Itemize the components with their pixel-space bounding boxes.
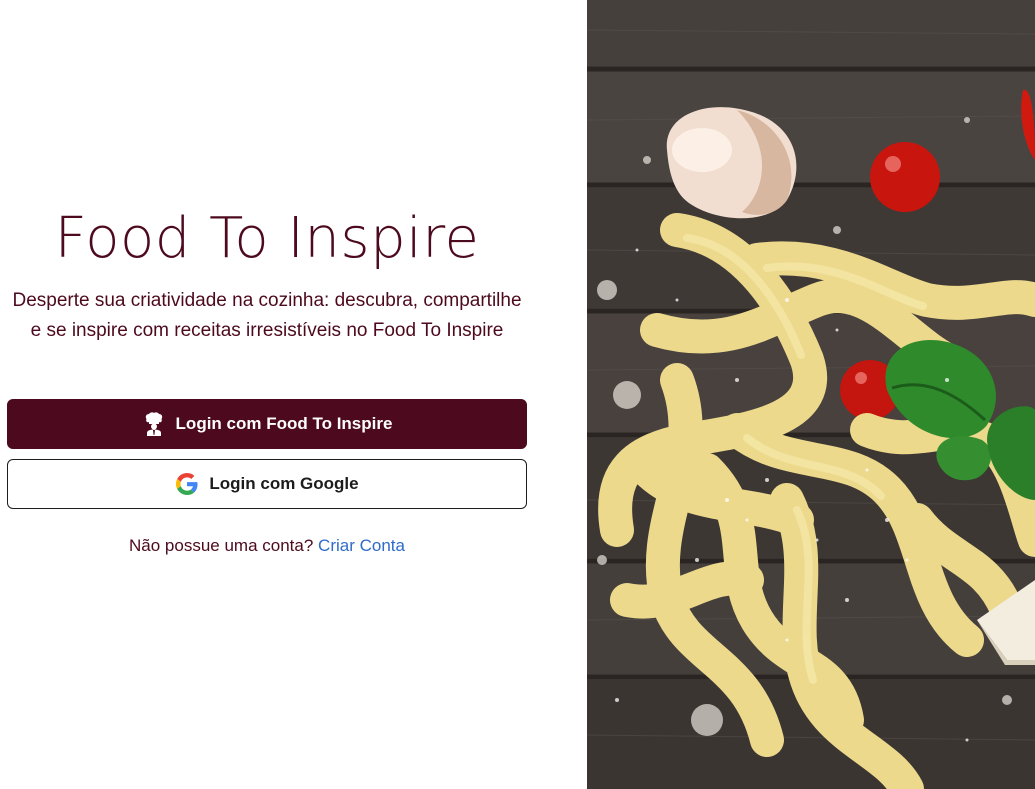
app-subtitle: Desperte sua criatividade na cozinha: de… <box>12 290 522 341</box>
google-icon <box>175 472 199 496</box>
login-page: Food To Inspire Desperte sua criatividad… <box>0 0 1035 789</box>
app-title: Food To Inspire <box>54 206 480 271</box>
login-google-label: Login com Google <box>209 474 359 493</box>
signup-prompt: Não possue uma conta? Criar Conta <box>0 536 534 556</box>
login-google-button[interactable]: Login com Google <box>7 459 527 509</box>
chef-icon <box>142 412 166 436</box>
pasta-photo <box>587 0 1035 789</box>
login-panel: Food To Inspire Desperte sua criatividad… <box>0 0 587 789</box>
hero-food-image <box>587 0 1035 789</box>
create-account-link[interactable]: Criar Conta <box>318 536 405 555</box>
login-food-to-inspire-button[interactable]: Login com Food To Inspire <box>7 399 527 449</box>
signup-prompt-text: Não possue uma conta? <box>129 536 314 555</box>
login-food-to-inspire-label: Login com Food To Inspire <box>175 414 393 433</box>
